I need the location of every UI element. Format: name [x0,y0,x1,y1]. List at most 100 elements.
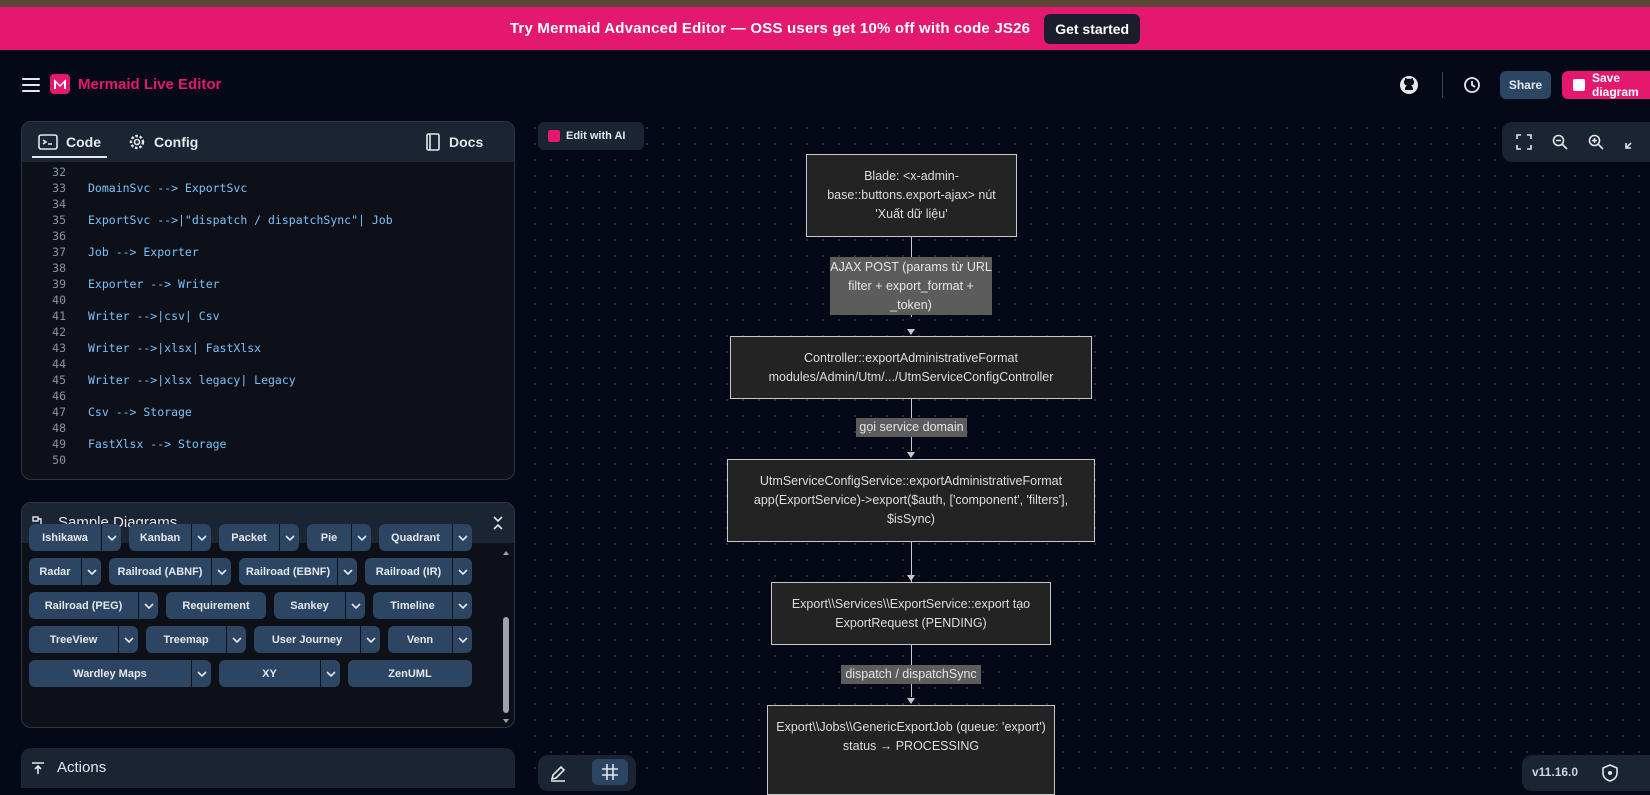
sample-chip[interactable]: Packet [219,524,299,551]
github-icon[interactable] [1398,74,1420,96]
app-title[interactable]: Mermaid Live Editor [78,76,221,93]
line-number: 39 [52,277,66,292]
chevron-down-icon[interactable] [345,592,365,619]
zoom-in-icon[interactable] [1586,132,1606,152]
code-line[interactable]: 47 Csv --> Storage [22,404,514,421]
code-line[interactable]: 50 [22,452,514,469]
code-line[interactable]: 45 Writer -->|xlsx legacy| Legacy [22,372,514,389]
code-line[interactable]: 48 [22,420,514,437]
get-started-button[interactable]: Get started [1044,13,1141,44]
sample-chip[interactable]: Sankey [274,592,365,619]
code-line[interactable]: 44 [22,356,514,373]
chevron-down-icon[interactable] [452,524,472,551]
mermaid-logo-icon [50,74,70,94]
samples-scrollbar[interactable] [502,549,510,725]
sample-chip[interactable]: Venn [388,626,472,653]
chevron-down-icon[interactable] [452,558,472,585]
sample-chip[interactable]: Railroad (IR) [365,558,472,585]
chevron-down-icon[interactable] [320,660,340,687]
chevron-down-icon[interactable] [191,660,211,687]
code-line[interactable]: 36 [22,228,514,245]
flow-node[interactable]: Export\\Services\\ExportService::export … [771,582,1051,645]
chevron-down-icon[interactable] [118,626,138,653]
fit-icon[interactable] [1622,132,1642,152]
menu-icon[interactable] [22,78,40,92]
pen-icon[interactable] [548,763,568,783]
chevron-down-icon[interactable] [101,524,121,551]
fullscreen-icon[interactable] [1514,132,1534,152]
flow-node[interactable]: Controller::exportAdministrativeFormat m… [730,336,1092,399]
sample-chip[interactable]: ZenUML [348,660,472,687]
tab-config[interactable]: Config [128,122,198,162]
ai-icon [548,130,560,142]
chevron-down-icon[interactable] [351,524,371,551]
code-line[interactable]: 38 [22,260,514,277]
scrollbar-thumb[interactable] [503,617,509,713]
code-line[interactable]: 37 Job --> Exporter [22,244,514,261]
sample-chip[interactable]: Ishikawa [29,524,121,551]
sample-chip-label: TreeView [49,633,98,646]
code-line[interactable]: 46 [22,388,514,405]
line-number: 34 [52,197,66,212]
sample-chip[interactable]: Wardley Maps [29,660,211,687]
chevron-down-icon[interactable] [337,558,357,585]
sample-chip[interactable]: Railroad (EBNF) [239,558,357,585]
flow-node[interactable]: Export\\Jobs\\GenericExportJob (queue: '… [767,705,1055,795]
line-content: Job --> Exporter [88,245,199,260]
chevron-down-icon[interactable] [81,558,101,585]
collapse-icon[interactable] [492,515,504,531]
sample-chip[interactable]: Requirement [166,592,266,619]
code-line[interactable]: 35 ExportSvc -->|"dispatch / dispatchSync… [22,212,514,229]
code-line[interactable]: 40 [22,292,514,309]
history-icon[interactable] [1461,74,1483,96]
chevron-down-icon[interactable] [226,626,246,653]
line-number: 35 [52,213,66,228]
code-line[interactable]: 34 [22,196,514,213]
code-line[interactable]: 39 Exporter --> Writer [22,276,514,293]
edit-with-ai-button[interactable]: Edit with AI [538,122,644,150]
zoom-out-icon[interactable] [1550,132,1570,152]
code-line[interactable]: 43 Writer -->|xlsx| FastXlsx [22,340,514,357]
sample-chip-label: ZenUML [388,667,432,680]
chevron-down-icon[interactable] [138,592,158,619]
chevron-down-icon[interactable] [452,592,472,619]
diagram-canvas[interactable] [527,120,1650,781]
code-line[interactable]: 49 FastXlsx --> Storage [22,436,514,453]
sample-chip[interactable]: Timeline [373,592,472,619]
app-header: Mermaid Live Editor Share Save diagram [0,50,1650,120]
save-diagram-button[interactable]: Save diagram [1562,71,1650,99]
sample-chip[interactable]: TreeView [29,626,138,653]
sample-chip[interactable]: User Journey [254,626,380,653]
sample-chip[interactable]: Quadrant [379,524,472,551]
chevron-down-icon[interactable] [211,558,231,585]
code-line[interactable]: 42 [22,324,514,341]
tab-docs[interactable]: Docs [425,122,483,162]
grid-toggle[interactable] [592,759,628,785]
code-line[interactable]: 33 DomainSvc --> ExportSvc [22,180,514,197]
sample-chip[interactable]: Pie [307,524,371,551]
code-line[interactable]: 41 Writer -->|csv| Csv [22,308,514,325]
flow-node[interactable]: Blade: <x-admin-base::buttons.export-aja… [806,154,1017,237]
arrow-head [907,452,915,458]
chevron-down-icon[interactable] [191,524,211,551]
sample-chip[interactable]: Treemap [146,626,246,653]
code-line[interactable]: 32 [22,164,514,181]
tab-code[interactable]: Code [32,122,107,162]
flow-node[interactable]: UtmServiceConfigService::exportAdministr… [727,459,1095,542]
shield-icon[interactable] [1602,764,1618,782]
actions-panel[interactable]: Actions [21,748,515,788]
sample-chip[interactable]: Kanban [129,524,211,551]
sample-chip[interactable]: Radar [29,558,101,585]
edge-label: dispatch / dispatchSync [841,665,981,684]
sample-chip-label: Venn [406,633,434,646]
sample-chip[interactable]: Railroad (PEG) [29,592,158,619]
zoom-toolbar [1502,122,1650,162]
sample-chip[interactable]: XY [219,660,340,687]
chevron-down-icon[interactable] [279,524,299,551]
chevron-down-icon[interactable] [452,626,472,653]
sample-chip[interactable]: Railroad (ABNF) [109,558,231,585]
line-number: 43 [52,341,66,356]
chevron-down-icon[interactable] [360,626,380,653]
code-area[interactable]: 32 33 DomainSvc --> ExportSvc 34 35 ExportSvc… [22,162,514,479]
share-button[interactable]: Share [1500,71,1551,99]
